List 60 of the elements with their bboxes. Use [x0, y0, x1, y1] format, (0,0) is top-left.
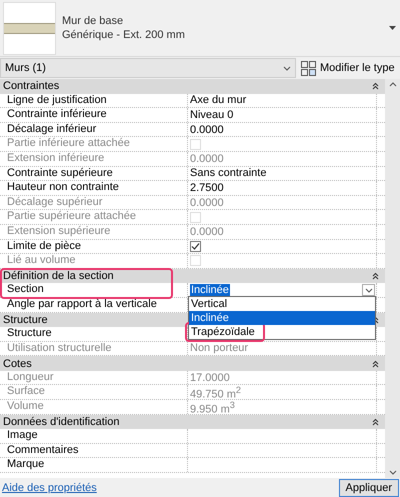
- section-header-bar[interactable]: Définition de la section: [0, 268, 385, 284]
- section-header: Données d'identification: [3, 416, 120, 428]
- property-label: Utilisation structurelle: [0, 342, 188, 356]
- property-label: Lié au volume: [0, 254, 188, 268]
- section-header-bar[interactable]: Données d'identification: [0, 414, 385, 430]
- property-label: Longueur: [0, 370, 188, 384]
- property-label: Hauteur non contrainte: [0, 181, 188, 195]
- property-value: Niveau 0: [190, 108, 234, 121]
- dropdown-arrow-icon[interactable]: [389, 26, 396, 30]
- chevron-icon: [283, 66, 291, 70]
- property-label: Surface: [0, 385, 188, 402]
- property-value: 0.0000: [190, 152, 224, 165]
- property-label: Marque: [0, 458, 188, 472]
- property-label: Décalage inférieur: [0, 122, 188, 136]
- section-header: Cotes: [3, 358, 32, 370]
- property-value: 2.7500: [190, 182, 224, 194]
- section-header-bar[interactable]: Contraintes: [0, 79, 385, 94]
- property-label: Angle par rapport à la verticale: [0, 298, 188, 312]
- help-link[interactable]: Aide des propriétés: [2, 482, 97, 494]
- property-value: 0.0000: [190, 226, 224, 238]
- family-name: Mur de base: [62, 15, 124, 27]
- dropdown-option[interactable]: Vertical: [189, 297, 228, 312]
- property-value: Sans contrainte: [190, 167, 266, 180]
- property-value: 17.0000: [190, 372, 230, 384]
- property-value: 0.0000: [190, 196, 224, 209]
- property-value: 0.0000: [190, 124, 224, 136]
- apply-button[interactable]: Appliquer: [338, 478, 399, 496]
- property-label: Contrainte supérieure: [0, 166, 188, 180]
- section-header: Structure: [3, 314, 48, 326]
- chevron-icon: [364, 288, 372, 293]
- property-label: Limite de pièce: [0, 240, 188, 254]
- type-name: Générique - Ext. 200 mm: [62, 29, 186, 41]
- property-label: Décalage supérieur: [0, 196, 188, 210]
- section-header-bar[interactable]: Cotes: [0, 356, 385, 371]
- property-label: Commentaires: [0, 444, 188, 458]
- section-header: Définition de la section: [3, 270, 114, 282]
- property-value: 9.950 m$^{3}$: [190, 400, 235, 416]
- filter-select[interactable]: Murs (1): [0, 58, 296, 78]
- collapse-icon[interactable]: [372, 360, 379, 368]
- property-label: Extension supérieure: [0, 224, 188, 239]
- property-label: Ligne de justification: [0, 94, 188, 108]
- edit-type-button[interactable]: Modifier le type: [299, 58, 397, 78]
- edit-type-icon: [301, 60, 316, 76]
- property-value: Non porteur: [190, 342, 248, 354]
- property-label: Image: [0, 429, 188, 443]
- collapse-icon[interactable]: [372, 82, 379, 90]
- property-label: Extension inférieure: [0, 152, 188, 166]
- property-value: Axe du mur: [190, 94, 246, 106]
- dropdown-option[interactable]: Trapézoïdale: [189, 325, 255, 340]
- collapse-icon[interactable]: [372, 418, 379, 426]
- property-label: Partie inférieure attachée: [0, 137, 188, 151]
- property-label: Partie supérieure attachée: [0, 210, 188, 224]
- scroll-up-icon[interactable]: [388, 82, 396, 87]
- checkbox[interactable]: [190, 240, 201, 252]
- scroll-down-icon: [388, 470, 396, 475]
- property-label: Contrainte inférieure: [0, 108, 188, 122]
- section-header: Contraintes: [3, 80, 60, 92]
- collapse-icon[interactable]: [372, 272, 379, 280]
- property-label: Structure: [0, 327, 188, 341]
- property-value: 49.750 m$^{2}$: [190, 385, 241, 402]
